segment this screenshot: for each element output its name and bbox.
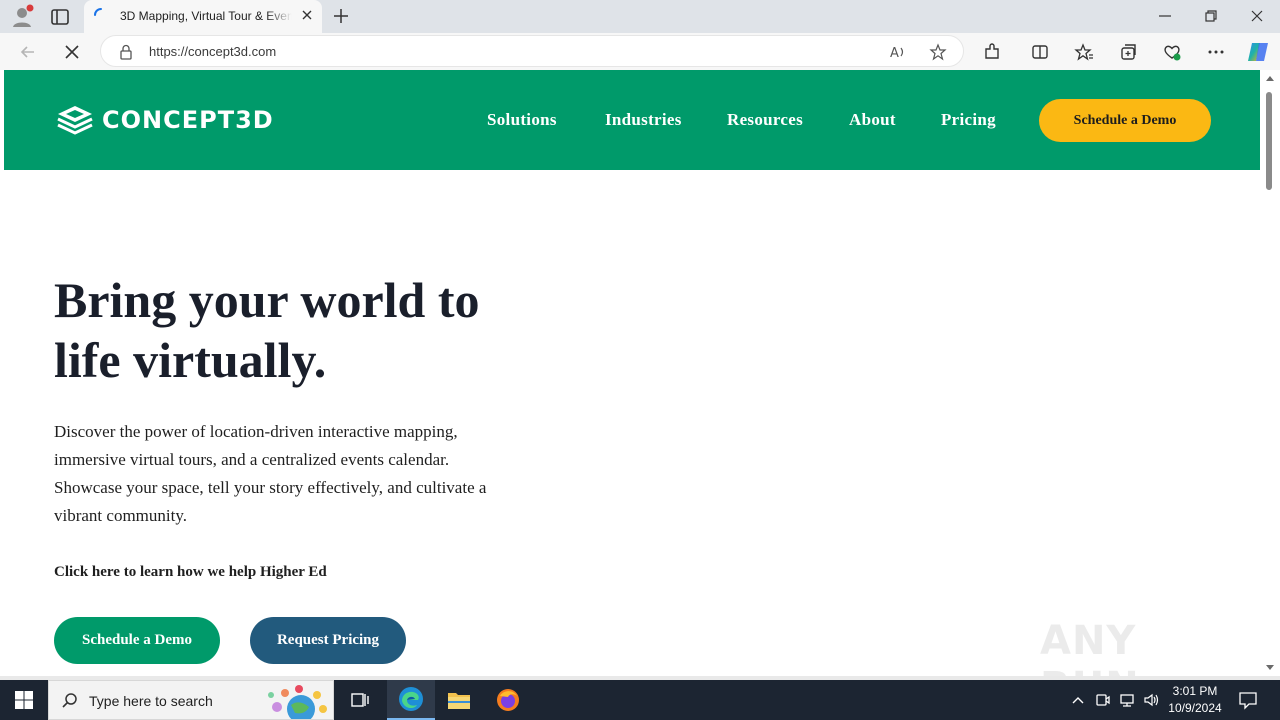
search-placeholder: Type here to search xyxy=(89,693,213,709)
restore-icon[interactable] xyxy=(1202,7,1220,25)
edge-taskbar-button[interactable] xyxy=(387,680,435,720)
edge-icon xyxy=(399,687,423,711)
clock-date: 10/9/2024 xyxy=(1168,701,1222,715)
back-icon[interactable] xyxy=(18,42,38,62)
logo-wordmark: CONCEPT3D xyxy=(102,106,274,134)
nav-industries[interactable]: Industries xyxy=(605,110,682,130)
higher-ed-link[interactable]: Click here to learn how we help Higher E… xyxy=(54,564,327,581)
site-logo[interactable]: CONCEPT3D xyxy=(56,104,274,136)
minimize-icon[interactable] xyxy=(1156,7,1174,25)
lock-icon[interactable] xyxy=(119,44,133,60)
close-window-icon[interactable] xyxy=(1248,7,1266,25)
task-view-button[interactable] xyxy=(336,680,384,720)
hero-description: Discover the power of location-driven in… xyxy=(54,422,487,525)
svg-text:A: A xyxy=(890,46,899,61)
nav-solutions[interactable]: Solutions xyxy=(487,110,557,130)
tab-actions-icon[interactable] xyxy=(50,7,70,27)
anyrun-watermark: ANY RUN xyxy=(1040,610,1240,676)
search-highlight-icon xyxy=(268,685,327,719)
more-options-icon[interactable] xyxy=(1206,42,1226,62)
tab-title: 3D Mapping, Virtual Tour & Events Calend… xyxy=(120,9,292,23)
task-view-icon xyxy=(351,693,369,707)
clock-time: 3:01 PM xyxy=(1172,684,1218,698)
taskbar-search-box[interactable]: Type here to search xyxy=(48,680,334,720)
browser-toolbar: https://concept3d.com A xyxy=(0,33,1280,70)
browser-essentials-icon[interactable] xyxy=(1162,42,1182,62)
close-tab-icon[interactable] xyxy=(300,8,314,22)
scrollbar-thumb[interactable] xyxy=(1266,92,1272,190)
firefox-button[interactable] xyxy=(484,680,532,720)
show-hidden-icons-icon[interactable] xyxy=(1070,692,1086,708)
system-clock[interactable]: 3:01 PM 10/9/2024 xyxy=(1162,683,1228,717)
windows-taskbar: Type here to search 3:01 PM 10/9/2024 xyxy=(0,680,1280,720)
firefox-icon xyxy=(497,689,519,711)
stop-loading-icon[interactable] xyxy=(62,42,82,62)
page-viewport: CONCEPT3D Solutions Industries Resources… xyxy=(4,70,1260,676)
volume-icon[interactable] xyxy=(1143,692,1159,708)
folder-icon xyxy=(448,693,470,709)
collections-icon[interactable] xyxy=(1118,42,1138,62)
nav-pricing[interactable]: Pricing xyxy=(941,110,996,130)
copilot-icon[interactable] xyxy=(1246,40,1270,64)
scroll-down-icon[interactable] xyxy=(1265,664,1275,672)
concept3d-logo-icon xyxy=(57,106,93,135)
url-text[interactable]: https://concept3d.com xyxy=(149,44,276,59)
favorites-icon[interactable] xyxy=(1074,42,1094,62)
hero-title: Bring your world to life virtually. xyxy=(54,272,480,388)
site-header: CONCEPT3D Solutions Industries Resources… xyxy=(4,70,1260,170)
nav-about[interactable]: About xyxy=(849,110,896,130)
meet-now-icon[interactable] xyxy=(1095,692,1111,708)
active-tab[interactable]: 3D Mapping, Virtual Tour & Events Calend… xyxy=(84,0,322,33)
search-icon xyxy=(62,693,77,708)
favorite-star-icon[interactable] xyxy=(929,43,947,61)
address-bar[interactable]: https://concept3d.com A xyxy=(100,35,964,67)
page-scrollbar[interactable] xyxy=(1260,70,1280,676)
notification-center-icon[interactable] xyxy=(1238,690,1258,710)
profile-icon[interactable] xyxy=(10,4,34,28)
new-tab-icon[interactable] xyxy=(332,7,350,25)
browser-tab-strip: 3D Mapping, Virtual Tour & Events Calend… xyxy=(0,0,1280,33)
windows-start-icon[interactable] xyxy=(14,690,34,710)
loading-spinner-icon xyxy=(94,8,102,16)
scroll-up-icon[interactable] xyxy=(1265,74,1275,82)
header-schedule-demo-button[interactable]: Schedule a Demo xyxy=(1039,99,1211,142)
request-pricing-button[interactable]: Request Pricing xyxy=(250,617,406,664)
schedule-demo-button[interactable]: Schedule a Demo xyxy=(54,617,220,664)
watermark-text: ANY RUN xyxy=(1040,618,1139,676)
file-explorer-button[interactable] xyxy=(435,680,483,720)
network-icon[interactable] xyxy=(1119,692,1135,708)
split-screen-icon[interactable] xyxy=(1030,42,1050,62)
read-aloud-icon[interactable]: A xyxy=(889,43,907,61)
extensions-icon[interactable] xyxy=(982,42,1002,62)
nav-resources[interactable]: Resources xyxy=(727,110,803,130)
